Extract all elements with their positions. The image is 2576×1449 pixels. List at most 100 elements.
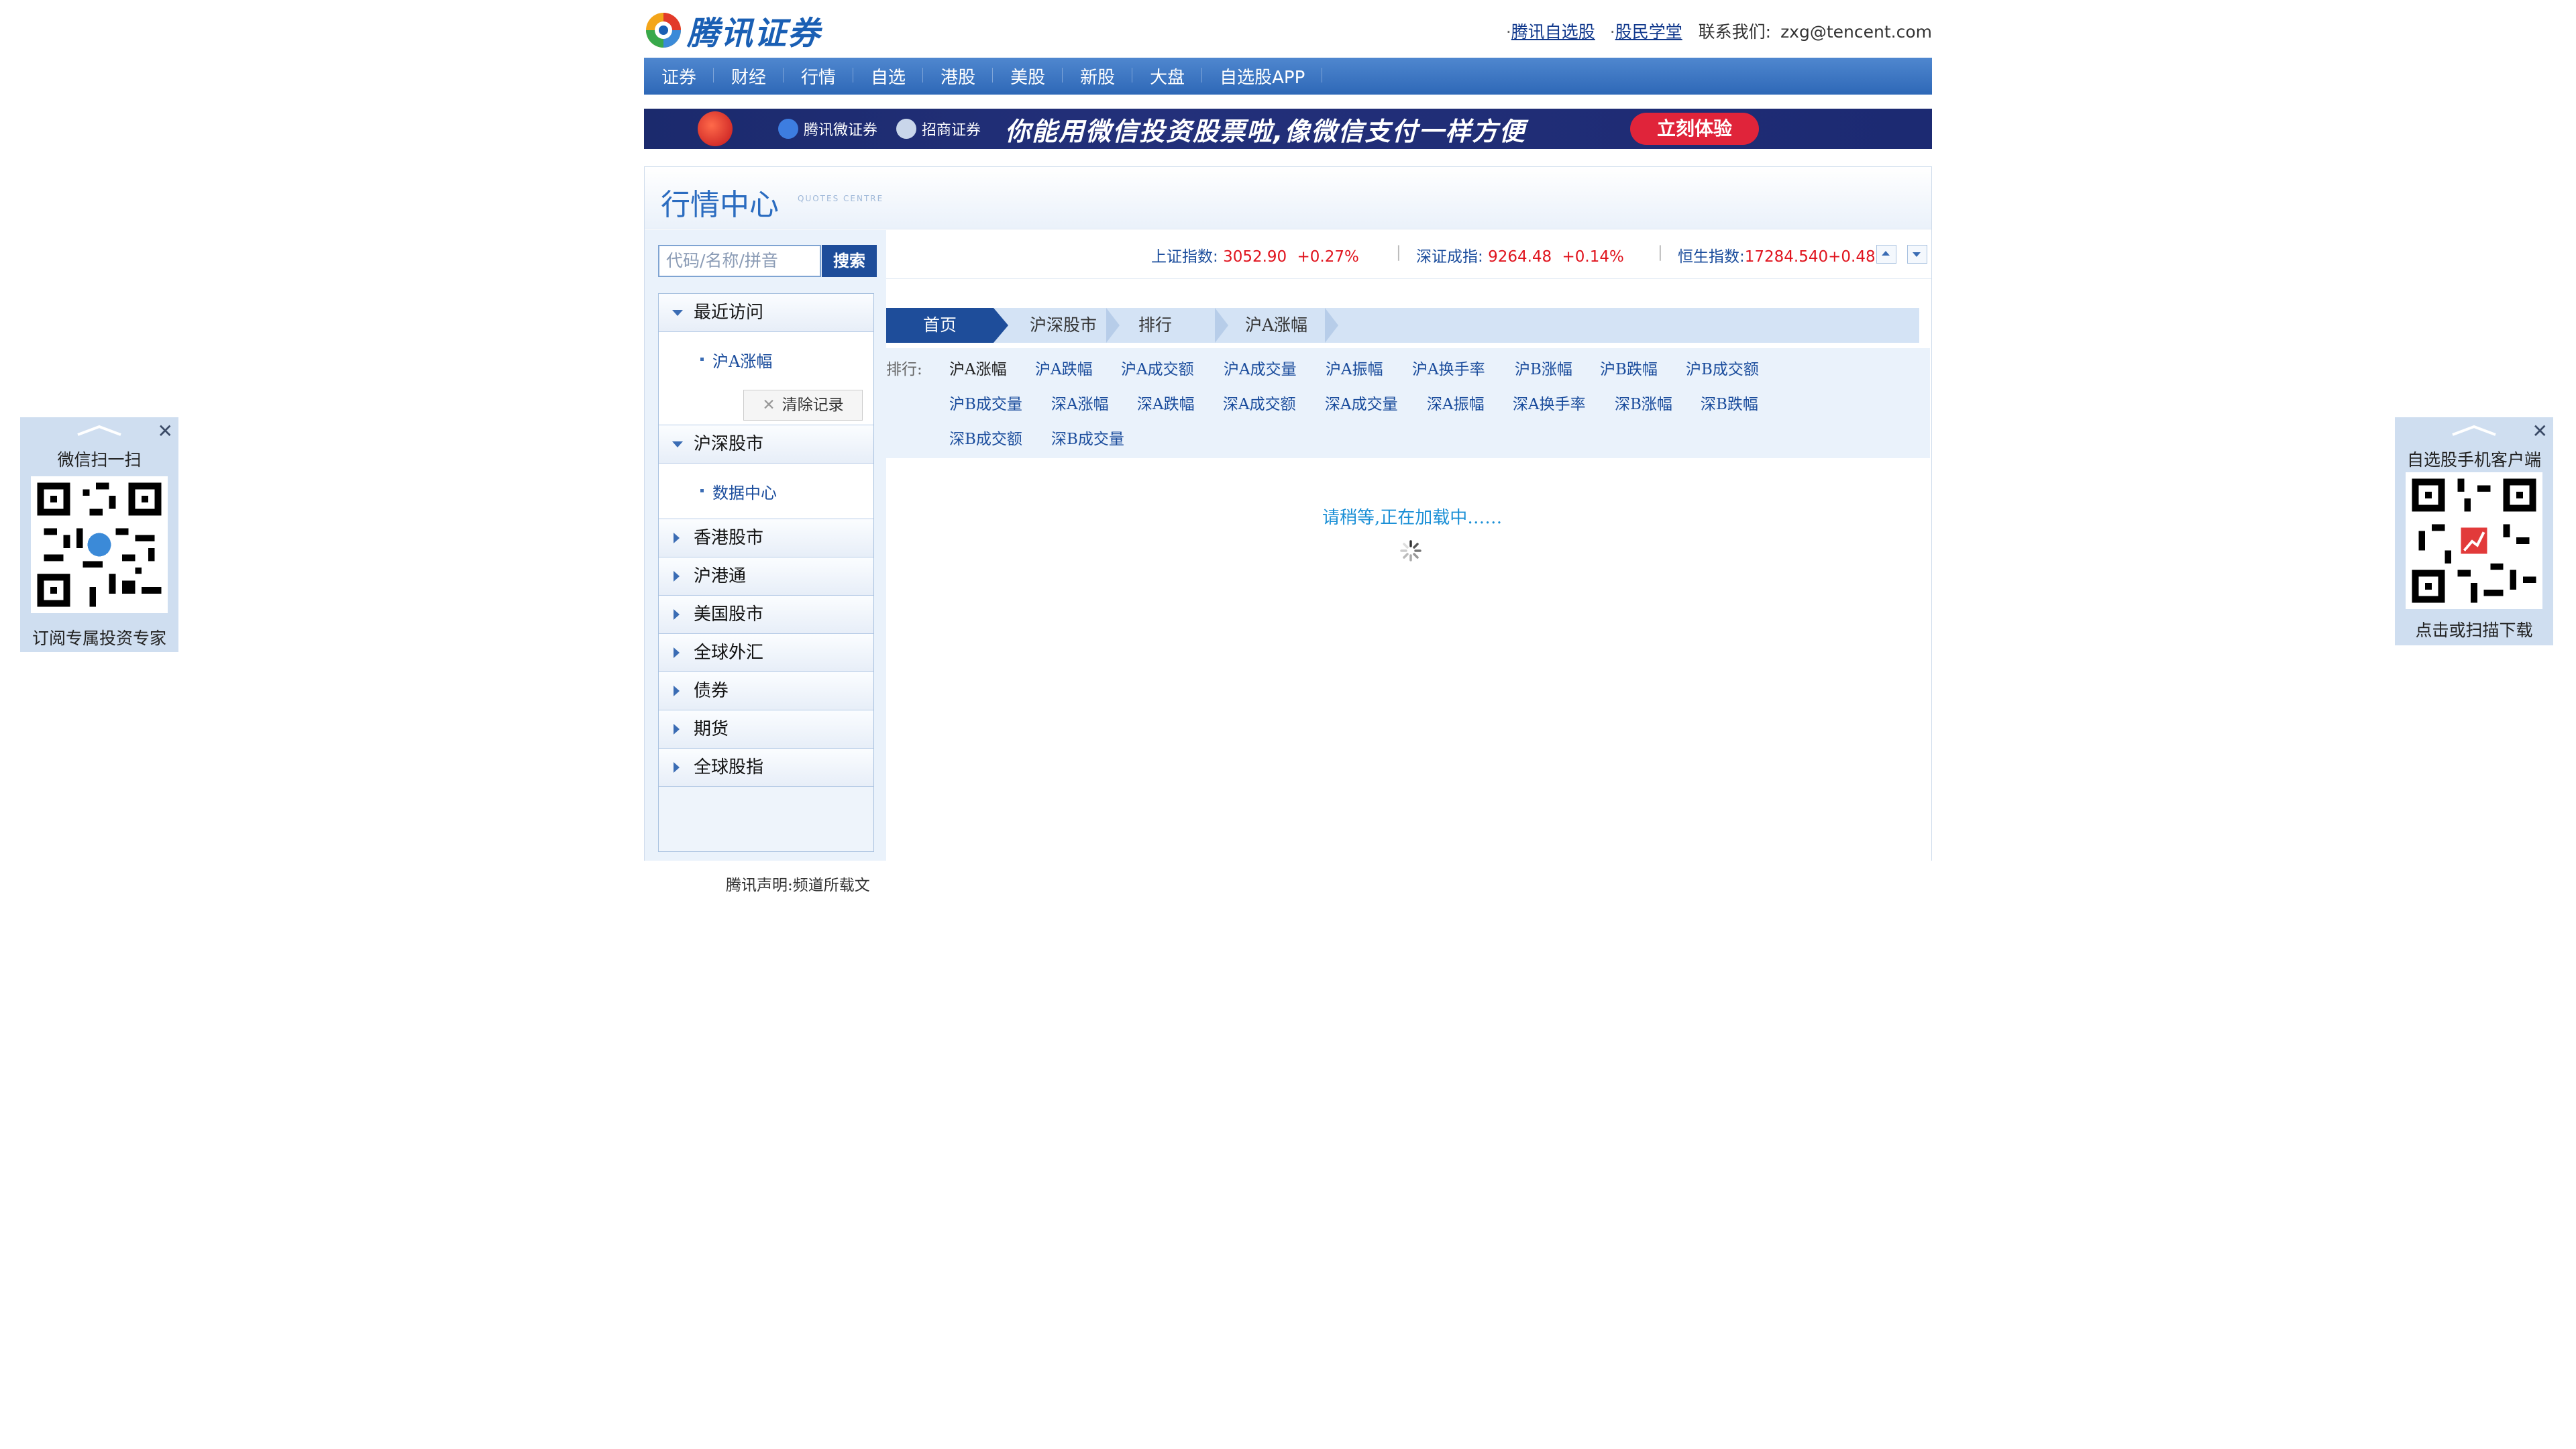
collapsed-arrow-icon bbox=[674, 533, 680, 543]
qr-code-icon[interactable] bbox=[2406, 472, 2542, 609]
nav-item-zhengquan[interactable]: 证券 bbox=[644, 64, 714, 89]
rank-link[interactable]: 深B涨幅 bbox=[1615, 391, 1672, 414]
rank-link[interactable]: 沪A振幅 bbox=[1326, 356, 1383, 379]
rank-link[interactable]: 深A成交量 bbox=[1325, 391, 1398, 414]
collapsed-arrow-icon bbox=[674, 762, 680, 773]
sidebar-item-recent[interactable]: 最近访问 bbox=[659, 294, 873, 332]
sidebar: 代码/名称/拼音 搜索 最近访问 沪A涨幅 ✕ 清除记录 沪深股市 数据中心 香… bbox=[645, 230, 886, 861]
collapsed-arrow-icon bbox=[674, 686, 680, 696]
collapse-up-icon[interactable] bbox=[72, 424, 126, 437]
rank-link[interactable]: 深A跌幅 bbox=[1137, 391, 1195, 414]
hs-link-data-center[interactable]: 数据中心 bbox=[659, 480, 777, 503]
rank-link[interactable]: 沪A跌幅 bbox=[1035, 356, 1093, 379]
arrow-up-icon bbox=[1882, 251, 1890, 256]
hs-body: 数据中心 bbox=[659, 464, 873, 519]
rank-link[interactable]: 沪B涨幅 bbox=[1515, 356, 1572, 379]
close-icon[interactable]: ✕ bbox=[158, 420, 173, 442]
ad-banner[interactable]: 腾讯微证券 招商证券 你能用微信投资股票啦,像微信支付一样方便 立刻体验 bbox=[644, 109, 1932, 149]
sidebar-item-hs[interactable]: 沪深股市 bbox=[659, 425, 873, 464]
rank-link[interactable]: 沪B成交量 bbox=[949, 391, 1022, 414]
index-sh[interactable]: 上证指数: 3052.90 +0.27% bbox=[1151, 244, 1359, 266]
collapsed-arrow-icon bbox=[674, 724, 680, 735]
qr-code-icon bbox=[31, 476, 168, 613]
clear-history-button[interactable]: ✕ 清除记录 bbox=[743, 390, 863, 421]
breadcrumb-hs[interactable]: 沪深股市 bbox=[1030, 308, 1097, 343]
scroll-up-button[interactable] bbox=[1876, 245, 1896, 264]
arrow-down-icon bbox=[1913, 252, 1921, 257]
rank-link[interactable]: 深B跌幅 bbox=[1701, 391, 1758, 414]
rank-link[interactable]: 深B成交量 bbox=[1051, 426, 1124, 449]
collapsed-arrow-icon bbox=[674, 647, 680, 658]
scroll-down-button[interactable] bbox=[1907, 245, 1927, 264]
banner-tag-2: 招商证券 bbox=[896, 118, 981, 140]
contact-email[interactable]: zxg@tencent.com bbox=[1780, 22, 1932, 42]
rank-link[interactable]: 沪A成交额 bbox=[1121, 356, 1194, 379]
nav-item-xingu[interactable]: 新股 bbox=[1063, 64, 1133, 89]
sidebar-item-futures[interactable]: 期货 bbox=[659, 710, 873, 749]
banner-slogan: 你能用微信投资股票啦,像微信支付一样方便 bbox=[1005, 116, 1526, 146]
sidebar-item-hk[interactable]: 香港股市 bbox=[659, 519, 873, 557]
rank-link[interactable]: 深A涨幅 bbox=[1051, 391, 1109, 414]
close-icon[interactable]: ✕ bbox=[2532, 420, 2548, 442]
search-input[interactable]: 代码/名称/拼音 bbox=[658, 245, 821, 277]
cms-logo-icon bbox=[896, 119, 917, 139]
sidebar-item-bond[interactable]: 债券 bbox=[659, 672, 873, 710]
sidebar-item-fx[interactable]: 全球外汇 bbox=[659, 634, 873, 672]
link-zixuangu[interactable]: 腾讯自选股 bbox=[1511, 22, 1595, 42]
right-qr-caption-bottom[interactable]: 点击或扫描下载 bbox=[2395, 617, 2553, 641]
breadcrumb-rank[interactable]: 排行 bbox=[1138, 308, 1172, 343]
sidebar-item-global-index[interactable]: 全球股指 bbox=[659, 749, 873, 787]
index-hsi[interactable]: 恒生指数:17284.540+0.48% bbox=[1678, 244, 1890, 266]
search-button[interactable]: 搜索 bbox=[822, 245, 877, 277]
expanded-arrow-icon bbox=[672, 441, 683, 447]
nav-item-dapan[interactable]: 大盘 bbox=[1132, 64, 1203, 89]
index-sz[interactable]: 深证成指: 9264.48 +0.14% bbox=[1416, 244, 1624, 266]
rank-link[interactable]: 深B成交额 bbox=[949, 426, 1022, 449]
sidebar-item-us[interactable]: 美国股市 bbox=[659, 596, 873, 634]
banner-tag-1: 腾讯微证券 bbox=[778, 118, 877, 140]
link-gumin-xuetang[interactable]: 股民学堂 bbox=[1615, 22, 1682, 42]
collapse-up-icon[interactable] bbox=[2447, 424, 2501, 437]
sidebar-menu: 最近访问 沪A涨幅 ✕ 清除记录 沪深股市 数据中心 香港股市 沪港通 美国股市 … bbox=[658, 293, 874, 852]
right-qr-caption-top: 自选股手机客户端 bbox=[2406, 450, 2541, 470]
close-icon: ✕ bbox=[762, 396, 775, 414]
loading-text: 请稍等,正在加载中…… bbox=[1322, 508, 1503, 528]
rank-link[interactable]: 沪B跌幅 bbox=[1600, 356, 1658, 379]
top-links: ·腾讯自选股 ·股民学堂 联系我们: zxg@tencent.com bbox=[1505, 22, 1932, 42]
recent-link-hua-zhangfu[interactable]: 沪A涨幅 bbox=[659, 348, 772, 372]
index-ticker: 上证指数: 3052.90 +0.27% | 深证成指: 9264.48 +0.… bbox=[886, 230, 1931, 279]
rank-link[interactable]: 沪A换手率 bbox=[1412, 356, 1485, 379]
expanded-arrow-icon bbox=[672, 310, 683, 316]
loading-spinner-icon bbox=[1400, 540, 1421, 561]
collapsed-arrow-icon bbox=[674, 609, 680, 620]
breadcrumb-home[interactable]: 首页 bbox=[886, 308, 994, 343]
footer-disclaimer: 腾讯声明:频道所载文 bbox=[726, 877, 870, 894]
quotes-frame: 行情中心 QUOTES CENTRE 代码/名称/拼音 搜索 最近访问 沪A涨幅… bbox=[644, 166, 1932, 861]
sidebar-item-hgt[interactable]: 沪港通 bbox=[659, 557, 873, 596]
nav-item-meigu[interactable]: 美股 bbox=[993, 64, 1063, 89]
frame-header: 行情中心 QUOTES CENTRE bbox=[645, 167, 1931, 229]
main-nav: 证券 财经 行情 自选 港股 美股 新股 大盘 自选股APP bbox=[644, 58, 1932, 95]
logo-text: 腾讯证券 bbox=[687, 15, 822, 52]
banner-try-button[interactable]: 立刻体验 bbox=[1630, 113, 1759, 145]
site-logo[interactable]: 腾讯证券 bbox=[644, 8, 821, 52]
rank-links: 排行: 沪A涨幅 沪A跌幅 沪A成交额 沪A成交量 沪A振幅 沪A换手率 沪B涨… bbox=[886, 348, 1930, 458]
tencent-logo-icon bbox=[646, 13, 681, 48]
left-qr-panel: ✕ 微信扫一扫 订阅专属投资专家 bbox=[20, 417, 178, 652]
nav-item-hangqing[interactable]: 行情 bbox=[784, 64, 854, 89]
rank-link[interactable]: 沪B成交额 bbox=[1686, 356, 1759, 379]
rank-link[interactable]: 沪A涨幅 bbox=[949, 356, 1007, 379]
rank-link[interactable]: 深A振幅 bbox=[1427, 391, 1485, 414]
nav-item-caijing[interactable]: 财经 bbox=[714, 64, 784, 89]
page-subtitle: QUOTES CENTRE bbox=[798, 194, 884, 203]
nav-item-app[interactable]: 自选股APP bbox=[1202, 64, 1323, 89]
wechat-icon bbox=[778, 119, 798, 139]
rank-link[interactable]: 深A成交额 bbox=[1223, 391, 1296, 414]
right-qr-panel: ✕ 自选股手机客户端 点击或扫描下载 bbox=[2395, 417, 2553, 645]
nav-item-ganggu[interactable]: 港股 bbox=[923, 64, 994, 89]
collapsed-arrow-icon bbox=[674, 571, 680, 582]
left-qr-caption-bottom: 订阅专属投资专家 bbox=[32, 629, 166, 648]
nav-item-zixuan[interactable]: 自选 bbox=[853, 64, 924, 89]
rank-link[interactable]: 深A换手率 bbox=[1513, 391, 1586, 414]
rank-link[interactable]: 沪A成交量 bbox=[1224, 356, 1297, 379]
